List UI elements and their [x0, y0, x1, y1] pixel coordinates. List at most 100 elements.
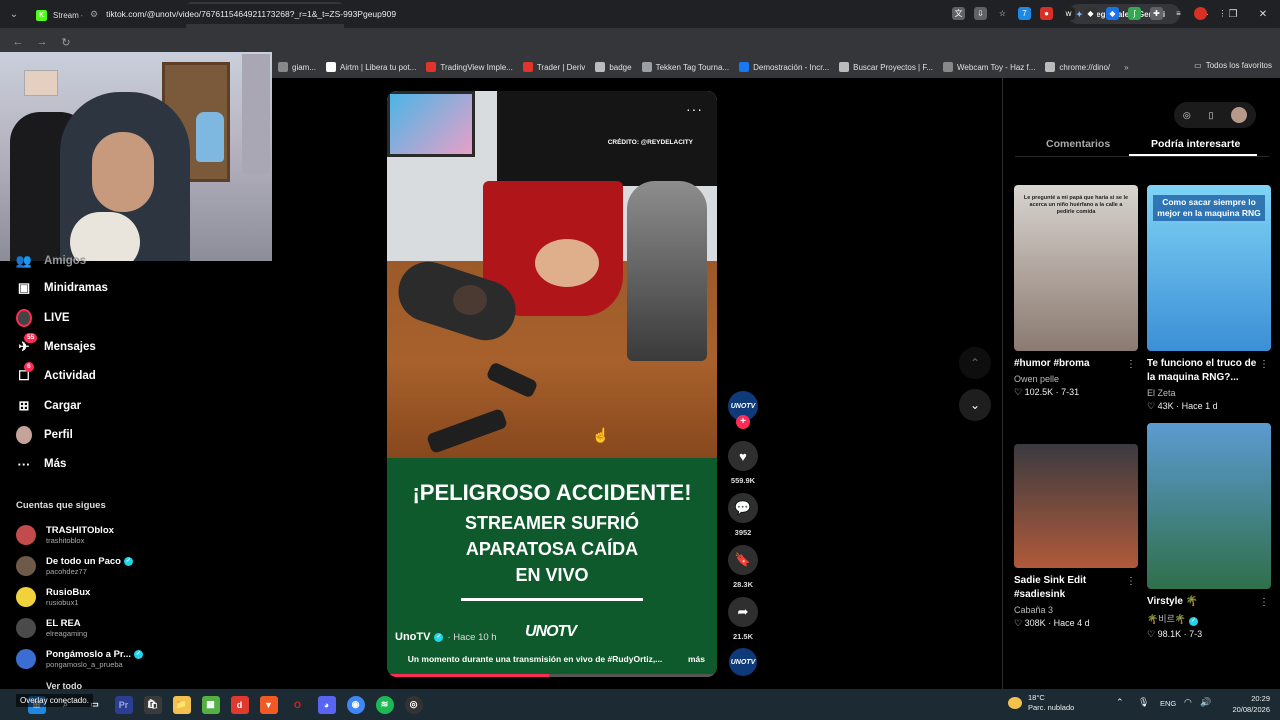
- card-title: Virstyle 🌴: [1147, 596, 1199, 607]
- extension-icon[interactable]: ∫: [1128, 7, 1141, 20]
- card-more-icon[interactable]: ⋮: [1126, 359, 1136, 370]
- share-button[interactable]: ➦ 21.5K: [727, 597, 759, 641]
- chrome-menu-icon[interactable]: ⋮: [1216, 7, 1229, 20]
- suggested-video-card[interactable]: Sadie Sink Edit #sadiesink ⋮ Cabaña 3 ♡ 308…: [1014, 444, 1138, 629]
- suggested-video-card[interactable]: Como sacar siempre lo mejor en la maquin…: [1147, 185, 1271, 412]
- video-thumbnail: [1014, 444, 1138, 568]
- close-window-button[interactable]: ✕: [1248, 0, 1278, 28]
- bookmark-favicon-icon: [739, 62, 750, 72]
- extension-icon[interactable]: ◆: [1106, 7, 1119, 20]
- sidebar-item-más[interactable]: ··· Más: [16, 456, 67, 472]
- bookmark-item[interactable]: Airtm | Libera tu pot...: [326, 62, 416, 72]
- account-handle: trashitoblox: [46, 536, 85, 545]
- spotify-icon[interactable]: ≋: [375, 695, 394, 714]
- tab-search-icon[interactable]: ⌄: [0, 0, 28, 28]
- chrome-icon[interactable]: ◉: [346, 695, 365, 714]
- author-name: UnoTV: [395, 631, 431, 643]
- comment-button[interactable]: 💬 3952: [727, 493, 759, 537]
- language-indicator[interactable]: ENG: [1160, 699, 1176, 708]
- sidebar-item-perfil[interactable]: Perfil: [16, 426, 73, 444]
- sidebar-item-friends-partial[interactable]: 👥 Amigos: [16, 253, 86, 269]
- opera-icon[interactable]: O: [289, 696, 307, 714]
- extension-icon[interactable]: 7: [1018, 7, 1031, 20]
- bookmark-item[interactable]: giam...: [278, 62, 316, 72]
- file-explorer-icon[interactable]: 📁: [172, 695, 191, 714]
- card-title: Sadie Sink Edit #sadiesink: [1014, 575, 1087, 600]
- suggested-video-card[interactable]: Le pregunté a mi papá que haría si se le…: [1014, 185, 1138, 398]
- messages-icon: ✈ 55: [16, 333, 38, 355]
- like-button[interactable]: ♥ 559.9K: [727, 441, 759, 485]
- extension-icon[interactable]: w: [1062, 7, 1075, 20]
- bookmark-star-icon[interactable]: ☆: [996, 7, 1009, 20]
- profile-avatar-icon[interactable]: [1194, 7, 1207, 20]
- next-video-button[interactable]: ⌄: [959, 389, 991, 421]
- bookmark-item[interactable]: Trader | Deriv: [522, 62, 585, 72]
- tab-comments[interactable]: Comentarios: [1046, 138, 1110, 150]
- following-account[interactable]: EL REA elreagaming: [16, 618, 87, 638]
- video-player[interactable]: CRÉDITO: @REYDELACITY ··· ☝ ¡PELIGROSO A…: [387, 91, 717, 677]
- sidebar-item-actividad[interactable]: ☐ 6 Actividad: [16, 362, 96, 384]
- reload-icon[interactable]: ↻: [54, 36, 78, 49]
- sidebar-item-cargar[interactable]: ⊞ Cargar: [16, 398, 82, 414]
- brave-icon[interactable]: ▼: [259, 695, 278, 714]
- caption-more-link[interactable]: más: [688, 654, 705, 664]
- following-account[interactable]: TRASHITOblox trashitoblox: [16, 525, 114, 545]
- extension-icon[interactable]: ◆: [1084, 7, 1097, 20]
- forward-icon[interactable]: →: [30, 36, 54, 48]
- sidebar-item-mensajes[interactable]: ✈ 55 Mensajes: [16, 333, 96, 355]
- card-more-icon[interactable]: ⋮: [1259, 359, 1269, 370]
- video-progress-bar[interactable]: [387, 674, 717, 677]
- address-bar[interactable]: ⚙ tiktok.com/@unotv/video/76761154649211…: [82, 4, 1022, 24]
- translate-icon[interactable]: 文: [952, 7, 965, 20]
- all-bookmarks-button[interactable]: ▭ Todos los favoritos: [1194, 61, 1272, 70]
- music-disc[interactable]: UNOTV: [727, 648, 759, 676]
- card-more-icon[interactable]: ⋮: [1126, 576, 1136, 587]
- active-tab-indicator: [1129, 154, 1257, 156]
- save-button[interactable]: 🔖 28.3K: [727, 545, 759, 589]
- video-author[interactable]: UnoTV ✓ · Hace 10 h: [395, 631, 497, 643]
- sidebar-item-live[interactable]: LIVE: [16, 309, 70, 327]
- reading-list-icon[interactable]: ≡: [1172, 7, 1185, 20]
- install-icon[interactable]: ⇩: [974, 7, 987, 20]
- bookmark-item[interactable]: Tekken Tag Tourna...: [641, 62, 729, 72]
- account-name: RusioBux: [46, 587, 91, 598]
- discord-icon[interactable]: ◕: [317, 695, 336, 714]
- coins-icon[interactable]: ◎: [1183, 110, 1191, 121]
- minecraft-icon[interactable]: ▦: [201, 695, 220, 714]
- bookmark-item[interactable]: TradingView Imple...: [426, 62, 513, 72]
- following-account[interactable]: RusioBux rusiobux1: [16, 587, 90, 607]
- sidebar-item-minidramas[interactable]: ▣ Minidramas: [16, 280, 108, 296]
- card-more-icon[interactable]: ⋮: [1259, 597, 1269, 608]
- premiere-icon[interactable]: Pr: [114, 695, 133, 714]
- bookmark-item[interactable]: chrome://dino/: [1045, 62, 1110, 72]
- following-account[interactable]: De todo un Paco ✓ pacohdez77: [16, 556, 133, 576]
- tab-suggested[interactable]: Podría interesarte: [1151, 138, 1240, 150]
- back-icon[interactable]: ←: [6, 36, 30, 48]
- upload-icon: ⊞: [18, 398, 30, 413]
- device-icon[interactable]: ▯: [1208, 110, 1213, 121]
- following-account[interactable]: Pongámoslo a Pr... ✓ pongamoslo_a_prueba: [16, 649, 143, 669]
- tray-overflow-icon[interactable]: ⌃: [1116, 697, 1124, 708]
- microphone-icon[interactable]: 🎙: [1138, 697, 1149, 708]
- store-icon[interactable]: 🛍: [143, 695, 162, 714]
- user-avatar[interactable]: [1231, 107, 1248, 123]
- bookmark-item[interactable]: badge: [595, 62, 632, 72]
- weather-widget[interactable]: 18°C Parc. nublado: [1008, 693, 1074, 713]
- bookmarks-overflow-icon[interactable]: »: [1124, 63, 1128, 72]
- bookmark-item[interactable]: Buscar Proyectos | F...: [839, 62, 933, 72]
- wifi-icon[interactable]: ◠: [1184, 697, 1192, 708]
- follow-plus-icon[interactable]: +: [736, 415, 750, 429]
- extension-icon[interactable]: ●: [1040, 7, 1053, 20]
- bookmark-item[interactable]: Demostración - Incr...: [739, 62, 829, 72]
- suggested-video-card[interactable]: Virstyle 🌴 ⋮ 🌴비르🌴 ✓ ♡ 98.1K · 7-3: [1147, 423, 1271, 640]
- system-clock[interactable]: 20:29 20/08/2026: [1232, 693, 1270, 715]
- bookmark-item[interactable]: Webcam Toy - Haz f...: [943, 62, 1035, 72]
- obs-icon[interactable]: ◎: [404, 695, 423, 714]
- creator-avatar[interactable]: UNOTV +: [727, 391, 759, 431]
- extensions-puzzle-icon[interactable]: ✚: [1150, 7, 1163, 20]
- site-info-icon[interactable]: ⚙: [90, 9, 98, 20]
- volume-icon[interactable]: 🔊: [1200, 697, 1211, 708]
- previous-video-button[interactable]: ⌃: [959, 347, 991, 379]
- deriv-icon[interactable]: d: [230, 695, 249, 714]
- video-more-options-icon[interactable]: ···: [686, 101, 703, 117]
